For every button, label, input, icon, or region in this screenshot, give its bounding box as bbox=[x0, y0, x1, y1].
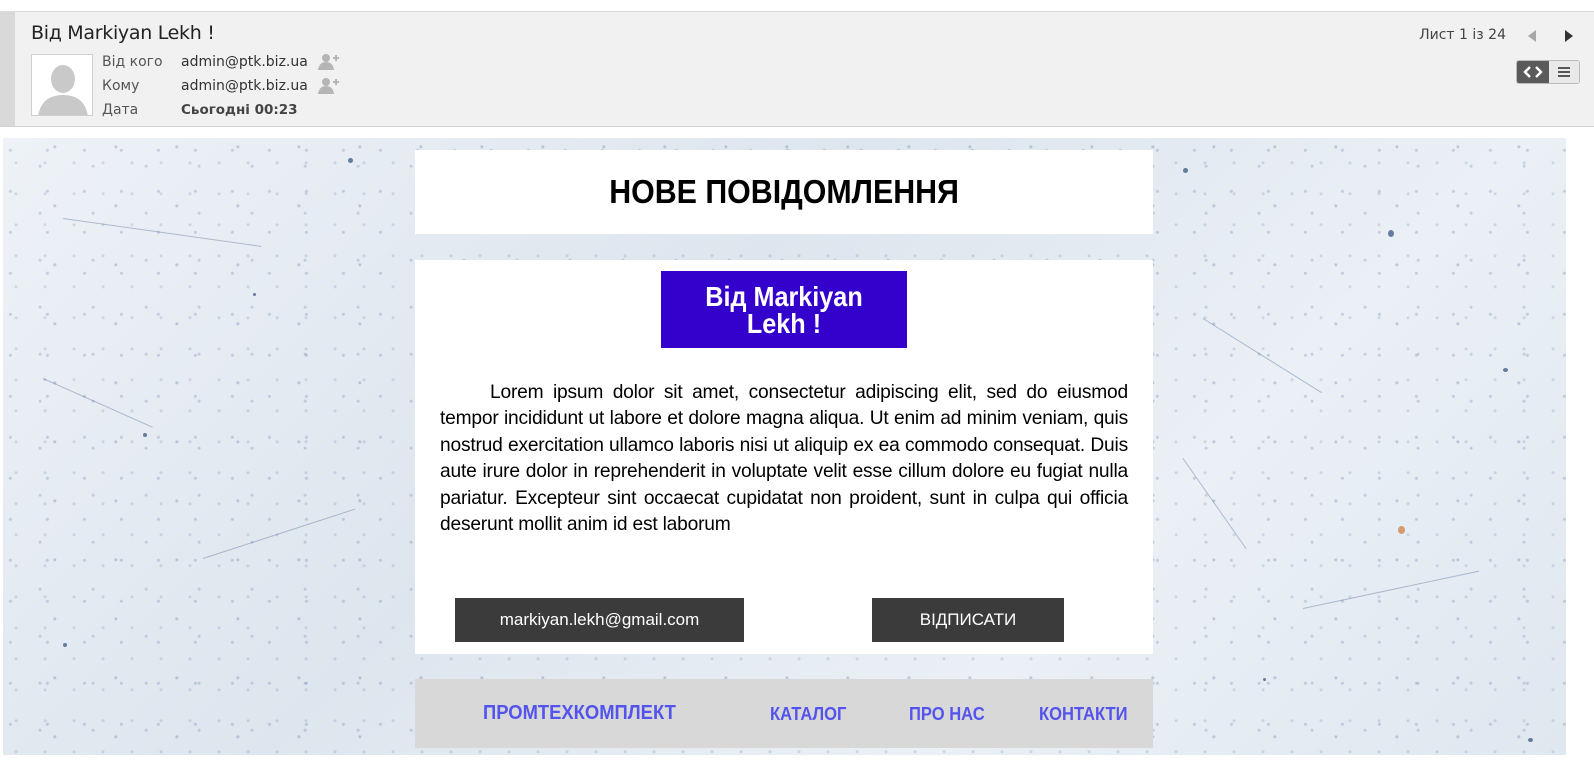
texture-scratch bbox=[1182, 458, 1247, 549]
texture-speck bbox=[1528, 738, 1533, 742]
add-contact-icon[interactable] bbox=[317, 77, 340, 95]
texture-scratch bbox=[42, 378, 153, 428]
texture-speck bbox=[1388, 230, 1394, 237]
newsletter-content: Від Markiyan Lekh ! Lorem ipsum dolor si… bbox=[415, 260, 1153, 654]
from-label: Від кого bbox=[102, 54, 163, 70]
texture-speck bbox=[1398, 526, 1405, 534]
to-row: Кому admin@ptk.biz.ua bbox=[102, 76, 340, 96]
texture-speck bbox=[1183, 168, 1188, 173]
newsletter-title: НОВЕ ПОВІДОМЛЕННЯ bbox=[609, 173, 959, 210]
message-body: Lorem ipsum dolor sit amet, consectetur … bbox=[440, 382, 1128, 536]
newsletter-header: НОВЕ ПОВІДОМЛЕННЯ bbox=[415, 150, 1153, 234]
text-view-button[interactable] bbox=[1549, 61, 1579, 83]
sender-avatar bbox=[31, 54, 93, 116]
email-header: Від Markiyan Lekh ! Від кого admin@ptk.b… bbox=[0, 11, 1594, 127]
newsletter-footer: ПРОМТЕХКОМПЛЕКТ КАТАЛОГ ПРО НАС КОНТАКТИ bbox=[415, 679, 1153, 748]
texture-speck bbox=[1263, 678, 1266, 681]
triangle-right-icon[interactable] bbox=[1563, 29, 1575, 43]
sender-banner-text: Від Markiyan Lekh ! bbox=[705, 280, 863, 339]
email-subject: Від Markiyan Lekh ! bbox=[31, 22, 215, 44]
sender-banner: Від Markiyan Lekh ! bbox=[661, 271, 907, 348]
texture-speck bbox=[143, 433, 147, 437]
date-value: Сьогодні 00:23 bbox=[181, 102, 298, 118]
texture-speck bbox=[1503, 368, 1508, 372]
texture-speck bbox=[253, 293, 256, 296]
footer-contacts-link[interactable]: КОНТАКТИ bbox=[1039, 704, 1128, 725]
footer-about-link[interactable]: ПРО НАС bbox=[909, 704, 985, 725]
reply-email-button[interactable]: markiyan.lekh@gmail.com bbox=[455, 598, 744, 642]
texture-speck bbox=[348, 158, 353, 163]
texture-scratch bbox=[202, 508, 356, 559]
view-mode-toggle bbox=[1516, 60, 1580, 84]
unsubscribe-button[interactable]: ВІДПИСАТИ bbox=[872, 598, 1064, 642]
date-label: Дата bbox=[102, 102, 139, 118]
html-view-button[interactable] bbox=[1517, 61, 1549, 83]
header-left-strip bbox=[0, 12, 15, 126]
to-label: Кому bbox=[102, 78, 140, 94]
texture-scratch bbox=[62, 218, 262, 247]
footer-catalog-link[interactable]: КАТАЛОГ bbox=[770, 704, 846, 725]
hamburger-lines-icon bbox=[1558, 67, 1570, 77]
code-brackets-icon bbox=[1523, 66, 1543, 78]
triangle-left-icon[interactable] bbox=[1526, 29, 1538, 43]
from-row: Від кого admin@ptk.biz.ua bbox=[102, 52, 340, 72]
from-address[interactable]: admin@ptk.biz.ua bbox=[181, 54, 308, 70]
texture-speck bbox=[63, 643, 67, 647]
texture-scratch bbox=[1202, 318, 1322, 394]
date-row: Дата Сьогодні 00:23 bbox=[102, 100, 298, 120]
to-address[interactable]: admin@ptk.biz.ua bbox=[181, 78, 308, 94]
texture-scratch bbox=[1302, 570, 1480, 609]
footer-brand-link[interactable]: ПРОМТЕХКОМПЛЕКТ bbox=[483, 702, 676, 725]
add-contact-icon[interactable] bbox=[317, 53, 340, 71]
default-avatar-icon bbox=[32, 55, 92, 115]
pager-text: Лист 1 із 24 bbox=[1419, 27, 1506, 43]
